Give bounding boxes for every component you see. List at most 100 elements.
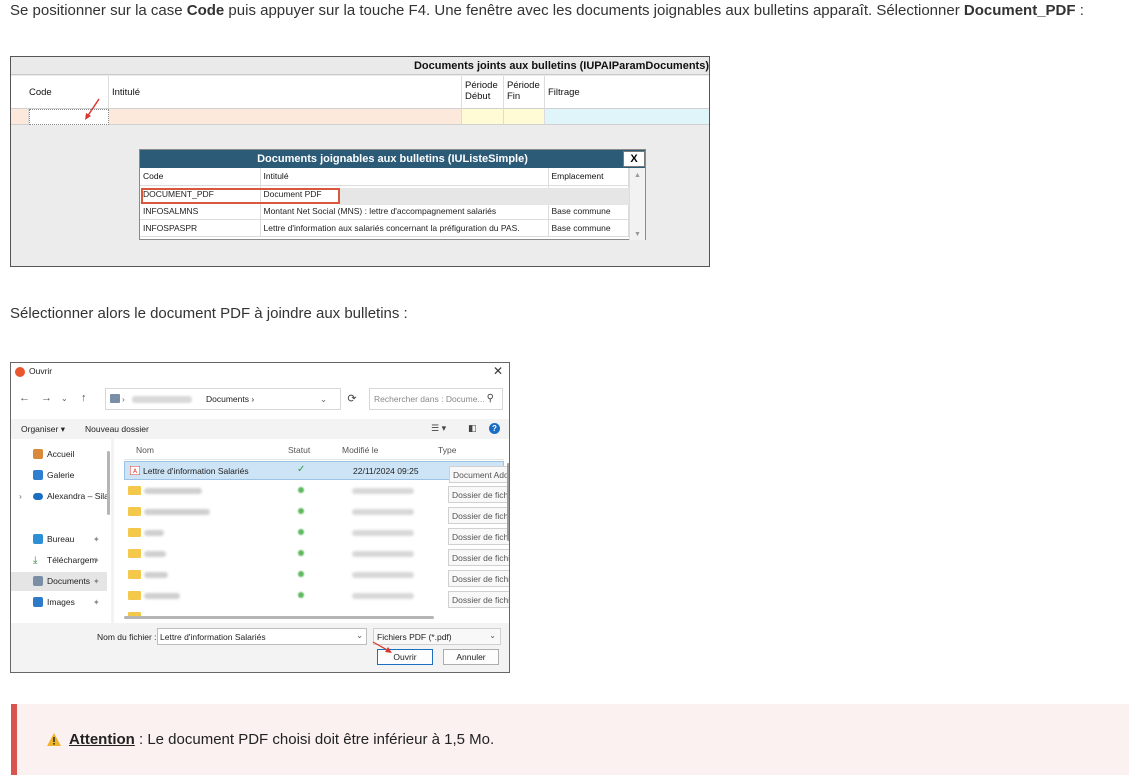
attention-label: Attention [69, 731, 135, 748]
back-icon[interactable]: ← [19, 392, 30, 404]
scroll-down-icon[interactable]: ▼ [634, 231, 641, 238]
pin-icon: ✦ [93, 598, 100, 607]
path-dropdown-icon[interactable]: ⌄ [320, 394, 327, 405]
table-row[interactable]: INFOSPASPR Lettre d'information aux sala… [140, 219, 629, 237]
grid-header-row: Code Intitulé Période Début Période Fin … [11, 76, 709, 109]
blurred-date [352, 551, 414, 557]
sidebar-item-bureau[interactable]: Bureau ✦ [11, 530, 107, 549]
scroll-up-icon[interactable]: ▲ [634, 172, 641, 179]
expand-chevron-icon[interactable]: › [19, 487, 22, 506]
pin-icon: ✦ [93, 577, 100, 586]
address-bar[interactable]: › Documents › ⌄ [105, 388, 341, 410]
periode-fin-cell[interactable] [504, 109, 545, 125]
row-emplacement[interactable]: Base commune [548, 219, 629, 237]
documents-joints-screenshot: Documents joints aux bulletins (IUPAIPar… [10, 56, 710, 267]
sidebar-scrollbar[interactable] [107, 451, 110, 515]
search-input[interactable]: Rechercher dans : Docume... ⚲ [369, 388, 503, 410]
folder-icon [128, 486, 141, 495]
list-item[interactable]: Dossier de fichiers [124, 587, 509, 608]
vertical-scrollbar[interactable] [507, 463, 509, 541]
file-name: Lettre d'information Salariés [143, 466, 249, 476]
history-chevron-icon[interactable]: ⌄ [61, 394, 68, 403]
attention-callout: Attention : Le document PDF choisi doit … [11, 704, 1129, 775]
sidebar-item-galerie[interactable]: Galerie [11, 466, 107, 485]
file-row-selected[interactable]: A Lettre d'information Salariés ✓ 22/11/… [124, 461, 509, 483]
new-folder-button[interactable]: Nouveau dossier [85, 424, 149, 434]
search-placeholder: Rechercher dans : Docume... [374, 394, 485, 404]
help-icon[interactable]: ? [489, 423, 500, 434]
col-header-modifie[interactable]: Modifié le [342, 445, 378, 455]
forward-icon[interactable]: → [41, 392, 52, 404]
list-item[interactable]: Dossier de fichiers [124, 524, 509, 545]
sidebar-item-images[interactable]: Images ✦ [11, 593, 107, 612]
col-header-type[interactable]: Type [438, 445, 456, 455]
refresh-icon[interactable]: ⟳ [341, 388, 363, 410]
file-list: Nom Statut Modifié le Type A Lettre d'in… [114, 439, 509, 623]
filename-value: Lettre d'information Salariés [160, 632, 266, 642]
blurred-name [144, 572, 168, 578]
vertical-scrollbar[interactable]: ▲ ▼ [629, 168, 645, 240]
path-current[interactable]: Documents › [206, 394, 254, 404]
col-header-statut[interactable]: Statut [288, 445, 310, 455]
list-item[interactable]: Dossier de fichiers [124, 545, 509, 566]
app-icon [15, 367, 25, 377]
filtrage-cell[interactable] [545, 109, 709, 125]
row-code[interactable]: INFOSPASPR [140, 219, 261, 237]
filename-label: Nom du fichier : [97, 632, 157, 642]
header-code[interactable]: Code [140, 168, 261, 186]
intitule-cell[interactable] [109, 109, 462, 125]
folder-icon [110, 394, 120, 403]
sidebar-item-documents[interactable]: Documents ✦ [11, 572, 107, 591]
navigation-bar: ← → ⌄ ↑ › Documents › ⌄ ⟳ Rechercher dan… [11, 381, 509, 419]
col-header-intitule[interactable]: Intitulé [109, 76, 462, 109]
red-arrow-icon [372, 641, 392, 653]
pdf-file-icon: A [130, 466, 140, 475]
chevron-down-icon[interactable]: ⌄ [489, 631, 496, 640]
sidebar-item-onedrive[interactable]: › Alexandra – Sila [11, 487, 107, 506]
chevron-down-icon[interactable]: ⌄ [356, 631, 363, 640]
blurred-date [352, 488, 414, 494]
organize-button[interactable]: Organiser ▾ [21, 424, 65, 435]
documents-icon [33, 576, 43, 586]
list-item[interactable]: Dossier de fichiers [124, 482, 509, 503]
col-header-nom[interactable]: Nom [136, 445, 154, 455]
col-header-periode-fin[interactable]: Période Fin [504, 76, 545, 109]
intro-text-1: Se positionner sur la case [10, 2, 187, 19]
row-code[interactable]: INFOSALMNS [140, 202, 261, 220]
middle-paragraph: Sélectionner alors le document PDF à joi… [10, 305, 408, 322]
sync-status-icon [298, 592, 304, 598]
header-divider [124, 459, 504, 460]
intro-paragraph: Se positionner sur la case Code puis app… [10, 2, 1084, 19]
list-item[interactable]: Dossier de fichiers [124, 503, 509, 524]
row-marker [11, 109, 29, 125]
header-intitule[interactable]: Intitulé [260, 168, 549, 186]
open-file-dialog-screenshot: Ouvrir ✕ ← → ⌄ ↑ › Documents › ⌄ ⟳ Reche… [10, 362, 510, 673]
list-item[interactable]: Dossier de fichiers [124, 566, 509, 587]
view-options-icon[interactable]: ☰ ▾ [431, 423, 446, 434]
folder-type: Dossier de fichiers [448, 507, 509, 524]
filename-input[interactable]: Lettre d'information Salariés ⌄ [157, 628, 367, 645]
row-intitule[interactable]: Lettre d'information aux salariés concer… [260, 219, 549, 237]
dialog-title: Documents joignables aux bulletins (IULi… [257, 153, 528, 165]
folder-icon [128, 591, 141, 600]
sidebar-item-accueil[interactable]: Accueil [11, 445, 107, 464]
col-header-filtrage[interactable]: Filtrage [545, 76, 709, 109]
cancel-button[interactable]: Annuler [443, 649, 499, 665]
intro-bold-code: Code [186, 2, 225, 19]
intro-text-2: puis appuyer sur la touche F4. Une fenêt… [224, 2, 964, 19]
close-button[interactable]: X [623, 151, 645, 167]
preview-pane-icon[interactable]: ◧ [468, 423, 477, 434]
search-icon: ⚲ [486, 393, 494, 404]
up-icon[interactable]: ↑ [81, 392, 87, 404]
blurred-name [144, 488, 202, 494]
cloud-icon [33, 493, 43, 500]
sidebar-item-telechargements[interactable]: ⤓ Téléchargem ✦ [11, 551, 107, 570]
row-code[interactable]: DOCUMENT_PDF [140, 185, 261, 203]
images-icon [33, 597, 43, 607]
horizontal-scrollbar[interactable] [124, 616, 434, 619]
periode-debut-cell[interactable] [462, 109, 504, 125]
close-icon[interactable]: ✕ [493, 364, 503, 378]
sync-status-icon [298, 529, 304, 535]
header-emplacement[interactable]: Emplacement [548, 168, 629, 186]
col-header-periode-debut[interactable]: Période Début [462, 76, 504, 109]
